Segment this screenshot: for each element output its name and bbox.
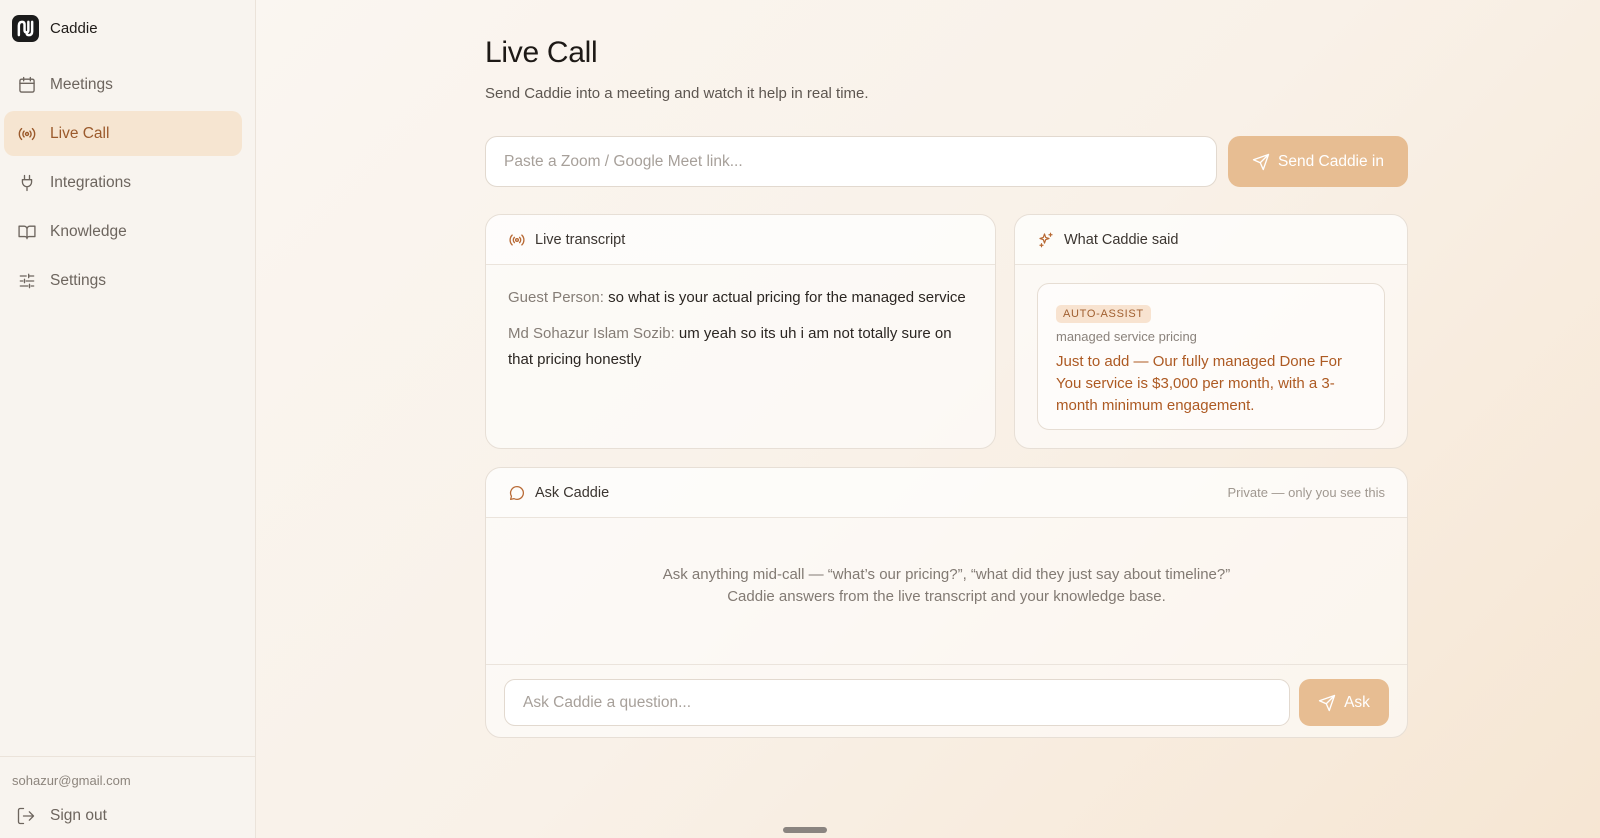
send-icon [1318,694,1336,711]
sparkles-icon [1039,232,1053,247]
transcript-text: so what is your actual pricing for the m… [608,289,966,306]
page-subtitle: Send Caddie into a meeting and watch it … [485,85,869,102]
sidebar-footer: sohazur@gmail.com Sign out [0,756,255,825]
send-caddie-label: Send Caddie in [1278,152,1384,170]
sign-out-label: Sign out [50,807,107,824]
ask-caddie-header: Ask Caddie Private — only you see this [486,468,1407,518]
sidebar-nav: Meetings Live Call Integrations Knowledg… [4,62,242,307]
brand[interactable]: Caddie [12,15,98,42]
sidebar-item-meetings[interactable]: Meetings [4,62,242,107]
divider [486,664,1407,665]
auto-assist-card: AUTO-ASSIST managed service pricing Just… [1037,283,1385,430]
broadcast-icon [18,127,36,140]
auto-assist-badge: AUTO-ASSIST [1056,305,1151,323]
sidebar-item-label: Integrations [50,173,131,191]
private-note: Private — only you see this [1227,485,1385,500]
ask-hint: Ask anything mid-call — “what’s our pric… [486,564,1407,608]
ask-hint-line: Ask anything mid-call — “what’s our pric… [662,566,1231,583]
transcript-line: Guest Person: so what is your actual pri… [508,285,973,312]
drag-handle[interactable] [783,827,827,833]
ask-caddie-heading: Ask Caddie [508,484,609,502]
ask-caddie-panel: Ask Caddie Private — only you see this A… [485,467,1408,738]
ask-hint-line: Caddie answers from the live transcript … [727,588,1166,605]
assist-message: Just to add — Our fully managed Done For… [1056,353,1342,414]
transcript-list: Guest Person: so what is your actual pri… [486,265,995,403]
sidebar-item-label: Meetings [50,75,113,93]
sliders-icon [19,273,35,288]
ask-button[interactable]: Ask [1299,679,1389,726]
caddie-said-header: What Caddie said [1015,215,1407,265]
caddie-logo-icon [12,15,39,42]
live-transcript-title: Live transcript [535,231,626,248]
assist-topic: managed service pricing [1056,329,1197,344]
calendar-icon [19,76,35,93]
page-title: Live Call [485,36,598,69]
sidebar-item-live-call[interactable]: Live Call [4,111,242,156]
brand-name: Caddie [50,20,98,37]
sidebar: Caddie Meetings Live Call Integrations K… [0,0,256,838]
ask-button-label: Ask [1344,693,1370,711]
caddie-said-panel: What Caddie said AUTO-ASSIST managed ser… [1014,214,1408,449]
transcript-speaker: Md Sohazur Islam Sozib: [508,324,675,342]
plug-icon [21,174,33,191]
ask-caddie-title: Ask Caddie [535,484,610,501]
transcript-speaker: Guest Person: [508,289,604,306]
sidebar-item-label: Live Call [50,124,110,142]
sidebar-item-label: Settings [50,271,107,289]
meeting-link-input[interactable] [485,136,1217,187]
sign-out-button[interactable]: Sign out [16,806,107,826]
transcript-line: Md Sohazur Islam Sozib: um yeah so its u… [508,321,973,374]
send-caddie-button[interactable]: Send Caddie in [1228,136,1408,187]
sidebar-item-label: Knowledge [50,222,127,240]
sign-out-icon [17,807,35,825]
chat-bubble-icon [509,485,525,500]
ask-question-input[interactable] [504,679,1290,726]
caddie-said-title: What Caddie said [1064,231,1179,248]
sidebar-item-knowledge[interactable]: Knowledge [4,209,242,254]
sidebar-item-integrations[interactable]: Integrations [4,160,242,205]
live-transcript-panel: Live transcript Guest Person: so what is… [485,214,996,449]
book-icon [18,225,36,239]
user-email: sohazur@gmail.com [12,773,131,788]
send-icon [1252,153,1270,170]
live-transcript-header: Live transcript [486,215,995,265]
broadcast-icon [509,233,525,246]
sidebar-item-settings[interactable]: Settings [4,258,242,303]
